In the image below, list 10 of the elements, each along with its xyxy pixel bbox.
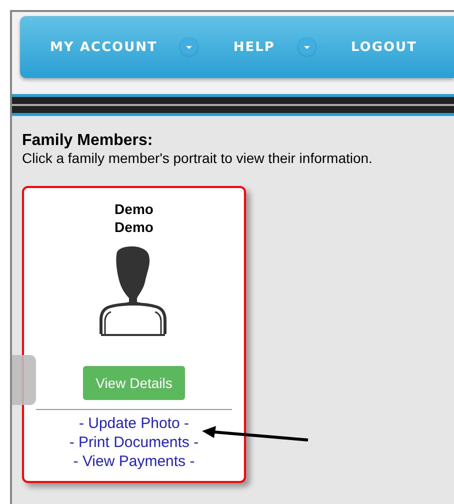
dropdown-caret-icon[interactable] <box>179 37 200 57</box>
side-tab-handle[interactable] <box>12 355 36 405</box>
instructions-text: Click a family member's portrait to view their information. <box>22 150 374 166</box>
dropdown-caret-icon[interactable] <box>296 37 317 57</box>
member-card[interactable]: Demo Demo View Details - Update Photo - - Print Documents - - View Payments - <box>22 186 246 483</box>
card-link[interactable]: - View Payments - <box>73 452 195 471</box>
section-title: Family Members: <box>22 132 154 150</box>
member-name: Demo Demo <box>114 200 154 236</box>
card-link[interactable]: - Update Photo - <box>78 414 190 433</box>
card-link[interactable]: - Print Documents - <box>69 433 199 452</box>
